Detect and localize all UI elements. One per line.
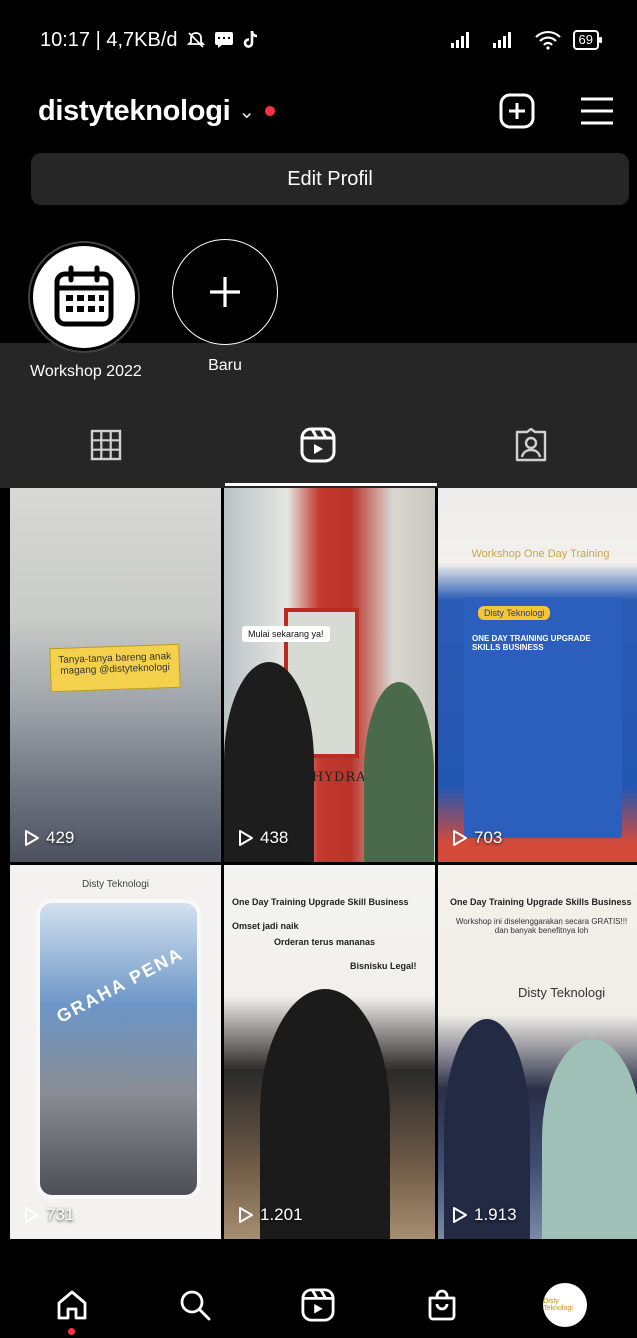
reels-grid: Tanya-tanya bareng anak magang @distytek… [10, 488, 637, 1239]
avatar: Disty Teknologi [543, 1283, 588, 1327]
person-figure [260, 989, 390, 1239]
story-highlights: Workshop 2022 Baru [0, 235, 637, 385]
wifi-icon [534, 30, 561, 50]
tagged-icon [515, 428, 547, 462]
view-count: 731 [24, 1205, 74, 1225]
tab-tagged[interactable] [425, 405, 637, 485]
post-brand-logo: Disty Teknologi [81, 879, 150, 890]
account-switcher[interactable]: distyteknologi ⌄ [38, 94, 276, 128]
reel-post-3[interactable]: Workshop One Day Training Disty Teknolog… [438, 488, 637, 862]
shop-icon [428, 1289, 456, 1321]
post-brand-logo: Disty Teknologi [518, 985, 606, 1000]
nav-reels[interactable] [288, 1275, 348, 1335]
highlight-new-circle [172, 239, 278, 345]
nav-home[interactable] [42, 1275, 102, 1335]
post-caption-line: Orderan terus mananas [274, 937, 376, 947]
reel-post-2[interactable]: Mulai sekarang ya! HYDRANT 438 [224, 488, 435, 862]
create-post-icon[interactable] [499, 93, 535, 129]
edit-profile-button[interactable]: Edit Profil [31, 153, 629, 205]
person-figure [364, 682, 434, 862]
play-icon [453, 1207, 467, 1223]
menu-icon[interactable] [579, 96, 615, 126]
chevron-down-icon: ⌄ [238, 100, 256, 123]
view-count-value: 438 [260, 828, 289, 847]
search-icon [180, 1290, 211, 1321]
play-icon [239, 830, 253, 846]
notification-dot [265, 106, 276, 116]
notification-dot [67, 1328, 75, 1335]
poster-title: ONE DAY TRAINING UPGRADE SKILLS BUSINESS [472, 634, 591, 652]
view-count: 1.913 [452, 1205, 517, 1225]
view-count-value: 703 [474, 828, 503, 847]
post-caption-line: One Day Training Upgrade Skills Business [450, 897, 632, 907]
play-icon [239, 1207, 253, 1223]
grid-icon [90, 429, 122, 461]
reels-icon [300, 427, 336, 463]
nav-profile[interactable]: Disty Teknologi [535, 1275, 595, 1335]
play-icon [25, 830, 39, 846]
signal-icon [450, 32, 469, 48]
reel-post-6[interactable]: One Day Training Upgrade Skills Business… [438, 865, 637, 1239]
status-left: 10:17 | 4,7KB/d [40, 29, 260, 52]
status-right: 69 [450, 30, 603, 50]
post-overlay-text: Workshop One Day Training [471, 548, 610, 560]
view-count: 429 [24, 828, 74, 848]
battery-indicator: 69 [572, 30, 603, 50]
view-count: 438 [238, 828, 288, 848]
nav-search[interactable] [165, 1275, 225, 1335]
view-count-value: 429 [46, 828, 75, 847]
post-caption-line: Bisnisku Legal! [350, 961, 417, 971]
highlight-label: Workshop 2022 [30, 363, 142, 380]
post-caption-line: Workshop ini diselenggarakan secara GRAT… [455, 917, 628, 935]
bottom-navigation: Disty Teknologi [0, 1272, 637, 1338]
tiktok-icon [243, 30, 257, 48]
play-icon [453, 830, 467, 846]
status-bar: 10:17 | 4,7KB/d 69 [0, 0, 637, 80]
reel-post-1[interactable]: Tanya-tanya bareng anak magang @distytek… [10, 488, 221, 862]
header-actions [499, 93, 615, 129]
view-count-value: 1.913 [474, 1205, 517, 1224]
highlight-workshop-2022[interactable]: Workshop 2022 [30, 243, 142, 381]
nav-shop[interactable] [412, 1275, 472, 1335]
reels-icon [301, 1288, 335, 1322]
profile-header: distyteknologi ⌄ [0, 80, 637, 142]
mute-notification-icon [186, 32, 205, 48]
reel-post-5[interactable]: One Day Training Upgrade Skill Business … [224, 865, 435, 1239]
highlight-new[interactable]: Baru [172, 239, 278, 375]
plus-icon [210, 277, 240, 307]
home-icon [57, 1290, 87, 1320]
view-count-value: 1.201 [260, 1205, 303, 1224]
signal-icon-2 [492, 32, 511, 48]
post-caption-line: One Day Training Upgrade Skill Business [232, 897, 409, 907]
status-time: 10:17 | 4,7KB/d [40, 28, 178, 51]
play-icon [25, 1207, 39, 1223]
post-caption-line: Omset jadi naik [232, 921, 299, 931]
profile-tabs [0, 405, 637, 485]
poster-brand: Disty Teknologi [478, 606, 551, 620]
reel-post-4[interactable]: Disty Teknologi GRAHA PENA 731 [10, 865, 221, 1239]
view-count: 1.201 [238, 1205, 303, 1225]
view-count-value: 731 [46, 1205, 75, 1224]
person-figure [542, 1039, 637, 1239]
highlight-label: Baru [208, 357, 242, 374]
calendar-icon [54, 265, 114, 327]
message-icon [214, 32, 233, 48]
tab-grid[interactable] [0, 405, 212, 485]
tab-reels[interactable] [212, 405, 424, 485]
username: distyteknologi [38, 94, 231, 127]
view-count: 703 [452, 828, 502, 848]
post-sticker: Tanya-tanya bareng anak magang @distytek… [49, 643, 181, 693]
post-caption-bubble: Mulai sekarang ya! [242, 626, 330, 642]
active-tab-indicator [225, 483, 437, 486]
highlight-cover [30, 243, 138, 351]
